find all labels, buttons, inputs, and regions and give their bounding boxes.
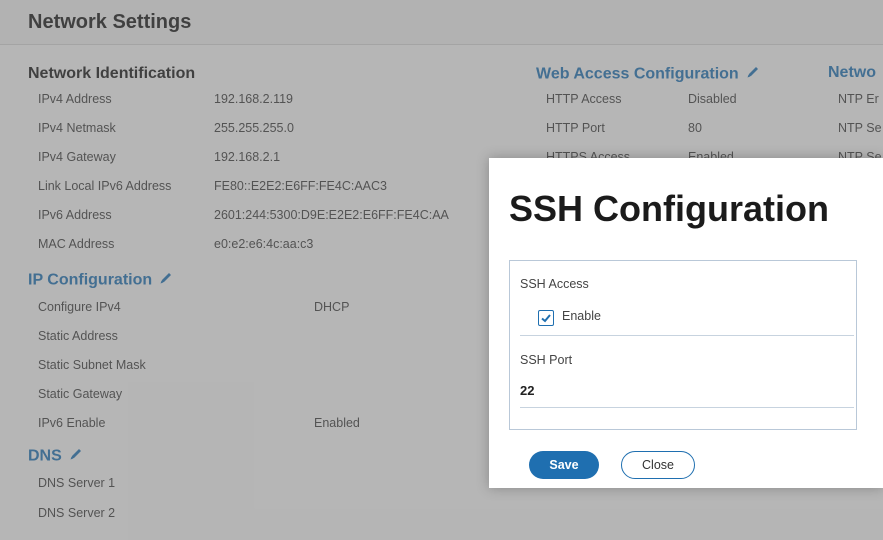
close-button[interactable]: Close <box>621 451 695 479</box>
ssh-port-underline <box>520 407 854 408</box>
divider <box>520 335 854 336</box>
enable-label: Enable <box>562 309 601 323</box>
save-button[interactable]: Save <box>529 451 599 479</box>
ssh-access-label: SSH Access <box>520 277 589 291</box>
ssh-port-input[interactable]: 22 <box>520 383 534 398</box>
ssh-configuration-dialog: SSH Configuration SSH Access Enable SSH … <box>489 158 883 488</box>
ssh-port-label: SSH Port <box>520 353 573 367</box>
ssh-settings-panel: SSH Access Enable SSH Port 22 <box>509 260 857 430</box>
checkmark-icon <box>541 314 551 323</box>
dialog-title: SSH Configuration <box>509 188 829 229</box>
enable-checkbox[interactable] <box>538 310 554 326</box>
